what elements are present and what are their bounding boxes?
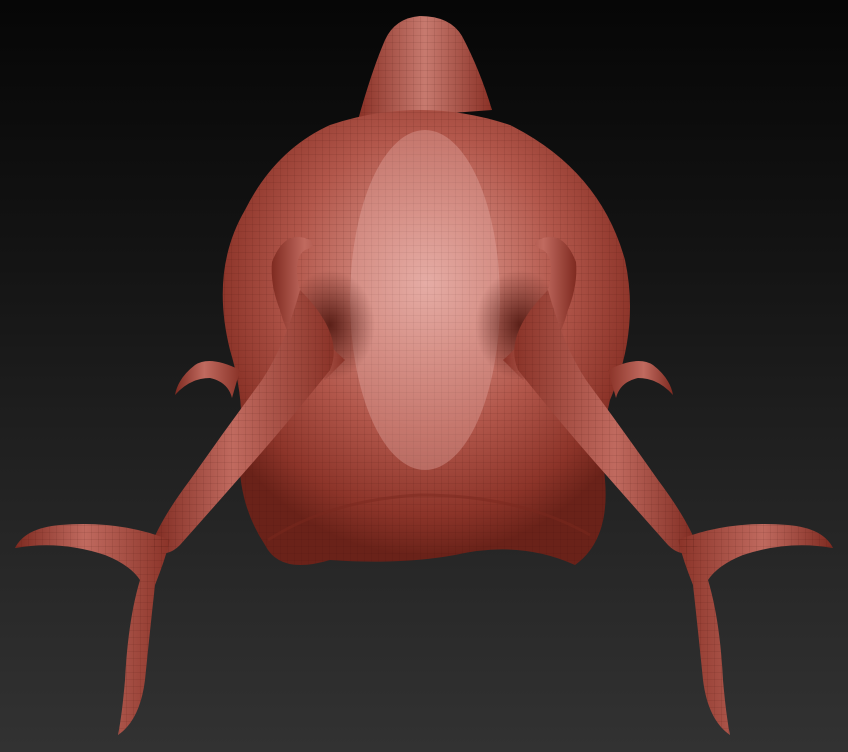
model-body — [222, 110, 630, 565]
model-canvas[interactable] — [0, 0, 848, 752]
model-snout — [358, 16, 492, 120]
sculpt-viewport[interactable] — [0, 0, 848, 752]
